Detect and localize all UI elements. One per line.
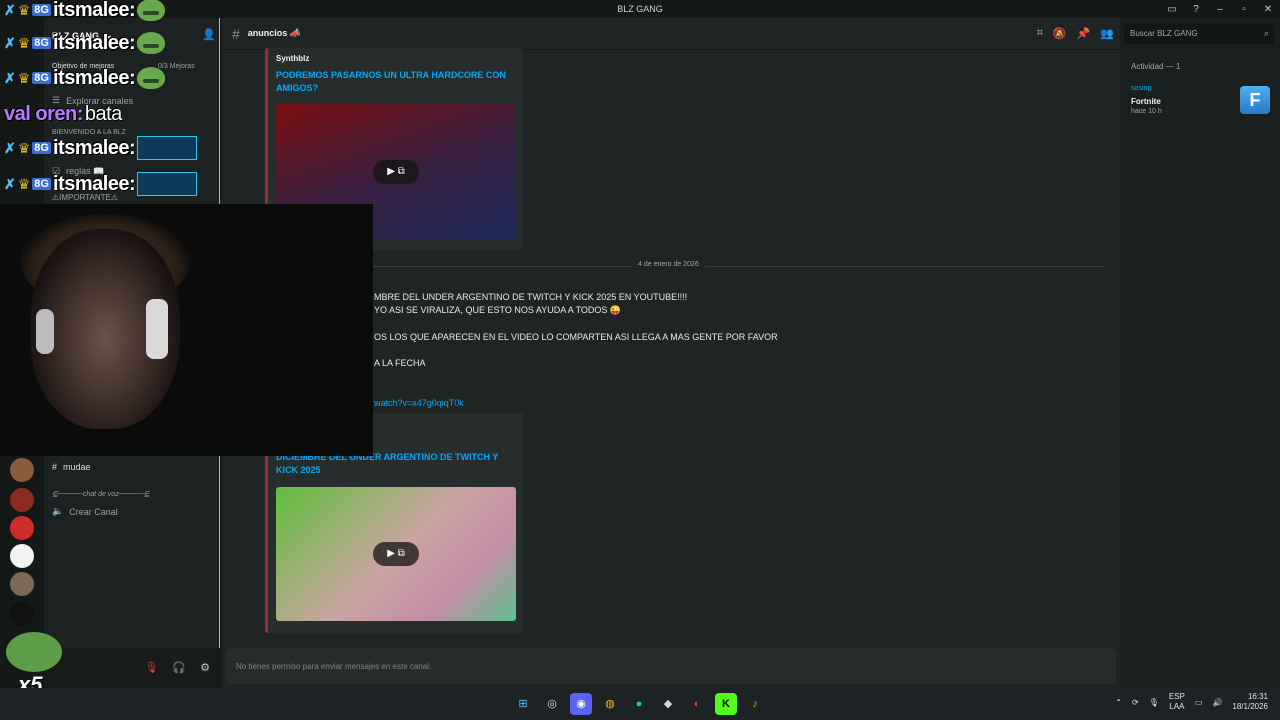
sync-icon[interactable]: ⟳ xyxy=(1132,698,1139,707)
embed-title[interactable]: PODREMOS PASARNOS UN ULTRA HARDCORE CON … xyxy=(276,69,506,95)
car-emote-icon xyxy=(137,136,198,160)
activity-game[interactable]: Fortnite xyxy=(1131,97,1161,106)
browser-icon[interactable]: ◐ xyxy=(686,693,708,715)
pin-icon[interactable]: 📌 xyxy=(1077,27,1091,40)
server-icon[interactable] xyxy=(10,488,34,512)
windows-start-icon[interactable]: ⊞ xyxy=(512,693,534,715)
channel-name: anuncios 📣 xyxy=(247,28,302,38)
channel-mudae[interactable]: # mudae xyxy=(52,462,91,472)
notifications-icon[interactable]: 🔕 xyxy=(1053,27,1067,40)
frog-emote-icon xyxy=(137,32,166,54)
activity-since: hace 10 h xyxy=(1131,108,1162,115)
chrome-icon[interactable]: ◍ xyxy=(599,693,621,715)
play-icon[interactable]: ▶ ⧉ xyxy=(373,542,419,566)
overlay-chat-line: ✗ ♛ 8G itsmalee: xyxy=(4,0,166,23)
inbox-icon[interactable]: ▭ xyxy=(1160,4,1184,15)
overlay-chat-line: ✗ ♛ 8G itsmalee: xyxy=(4,30,166,56)
create-channel[interactable]: 🔈 Crear Canal xyxy=(52,506,118,517)
add-member-icon[interactable]: 👤 xyxy=(202,28,216,41)
message-composer: No tienes permiso para enviar mensajes e… xyxy=(226,648,1116,684)
member-list: Buscar BLZ GANG ⌕ Actividad — 1 sosing Fo… xyxy=(1120,18,1280,688)
message-line: MBRE DEL UNDER ARGENTINO DE TWITCH Y KIC… xyxy=(374,292,688,302)
overlay-chat-line: ✗ ♛ 8G itsmalee: xyxy=(4,171,198,197)
close-button[interactable]: ✕ xyxy=(1256,4,1280,15)
window-title: BLZ GANG xyxy=(617,4,663,14)
play-icon[interactable]: ▶ ⧉ xyxy=(373,160,419,184)
discord-icon[interactable]: ◉ xyxy=(570,693,592,715)
category-voice[interactable]: ⋸─────chat de voz─────⋸ xyxy=(52,490,150,498)
frog-emote-icon xyxy=(137,67,166,89)
members-icon[interactable]: 👥 xyxy=(1100,27,1114,40)
network-icon[interactable]: ▭ xyxy=(1195,698,1203,707)
channel-header: # anuncios 📣 ⌗ 🔕 📌 👥 xyxy=(222,18,1120,50)
frog-emote-icon xyxy=(6,632,62,672)
spotify-icon[interactable]: ● xyxy=(628,693,650,715)
settings-gear-icon[interactable]: ⚙ xyxy=(200,661,210,674)
date-divider xyxy=(372,266,1104,267)
message-line: A LA FECHA xyxy=(374,358,426,368)
headphones-icon[interactable]: 🎧 xyxy=(172,661,186,674)
car-emote-icon xyxy=(137,172,198,196)
speaker-icon: 🔈 xyxy=(52,506,64,516)
maximize-button[interactable]: ▫ xyxy=(1232,4,1256,15)
volume-icon[interactable]: 🔊 xyxy=(1212,698,1222,707)
activity-user[interactable]: sosing xyxy=(1131,85,1151,92)
embed-author[interactable]: Synthblz xyxy=(276,54,309,63)
minimize-button[interactable]: – xyxy=(1208,4,1232,15)
message-line: OS LOS QUE APARECEN EN EL VIDEO LO COMPA… xyxy=(374,332,778,342)
clock[interactable]: 16:31 18/1/2026 xyxy=(1232,692,1268,712)
search-input[interactable]: Buscar BLZ GANG ⌕ xyxy=(1124,24,1274,44)
hash-icon: # xyxy=(52,462,58,472)
overlay-chat-line: val oren: bata xyxy=(4,102,122,125)
taskbar: ⊞ ◎ ◉ ◍ ● ◆ ◐ K ♪ ⌃ ⟳ 🎙 ESP LAA ▭ 🔊 16:31… xyxy=(0,688,1280,720)
window-titlebar: BLZ GANG ▭ ? – ▫ ✕ xyxy=(0,0,1280,18)
server-icon[interactable] xyxy=(10,516,34,540)
fortnite-icon[interactable]: F xyxy=(1240,86,1270,114)
chevron-up-icon[interactable]: ⌃ xyxy=(1115,698,1122,707)
hash-icon: # xyxy=(232,25,240,42)
tiktok-server-icon[interactable] xyxy=(10,602,34,626)
server-icon[interactable] xyxy=(10,544,34,568)
steam-icon[interactable]: ◆ xyxy=(657,693,679,715)
date-divider-text: 4 de enero de 2026 xyxy=(632,261,705,268)
mic-icon[interactable]: 🎙 xyxy=(1149,698,1159,707)
overlay-chat-line: ✗ ♛ 8G itsmalee: xyxy=(4,135,198,161)
video-thumbnail[interactable]: ▶ ⧉ xyxy=(276,487,516,621)
user-panel: 🎙 🎧 ⚙ xyxy=(44,648,220,688)
language-indicator[interactable]: ESP LAA xyxy=(1169,692,1185,712)
app-icon[interactable]: ◎ xyxy=(541,693,563,715)
youtube-link[interactable]: watch?v=x47g0qiqT0k xyxy=(374,398,464,408)
help-icon[interactable]: ? xyxy=(1184,4,1208,15)
search-icon: ⌕ xyxy=(1263,28,1269,38)
fl-studio-icon[interactable]: ♪ xyxy=(744,693,766,715)
webcam-overlay xyxy=(0,204,373,456)
message-line: YO ASI SE VIRALIZA, QUE ESTO NOS AYUDA A… xyxy=(374,305,622,315)
server-icon[interactable] xyxy=(10,572,34,596)
activity-header: Actividad — 1 xyxy=(1131,62,1181,71)
mic-muted-icon[interactable]: 🎙 xyxy=(144,661,158,674)
server-icon[interactable] xyxy=(10,458,34,482)
threads-icon[interactable]: ⌗ xyxy=(1037,27,1043,40)
kick-icon[interactable]: K xyxy=(715,693,737,715)
frog-emote-icon xyxy=(137,0,166,21)
overlay-chat-line: ✗ ♛ 8G itsmalee: xyxy=(4,65,166,91)
